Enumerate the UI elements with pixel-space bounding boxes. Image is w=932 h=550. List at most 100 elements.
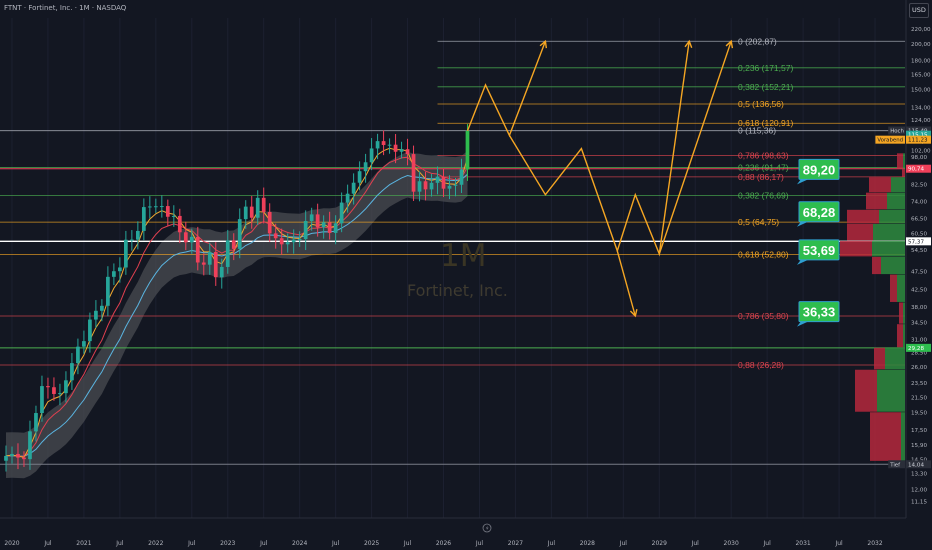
volume-up-bar: [887, 192, 905, 210]
time-tick-label: 2024: [292, 540, 307, 547]
volume-up-bar: [903, 302, 905, 324]
price-tick-label: 54,50: [911, 248, 927, 254]
candle-body: [225, 240, 230, 267]
price-tick-label: 11,15: [911, 499, 927, 505]
volume-down-bar: [897, 153, 903, 169]
price-tag-caption: Vorabend: [877, 138, 903, 144]
price-tick-label: 102,00: [911, 149, 931, 155]
candle-body: [345, 193, 350, 203]
candle-body: [82, 341, 86, 347]
callout-label: 68,28: [803, 205, 836, 220]
volume-down-bar: [890, 274, 897, 302]
candle-body: [291, 239, 296, 243]
candle-body: [261, 197, 266, 212]
price-tick-label: 98,00: [911, 155, 927, 161]
candle-body: [189, 236, 194, 243]
fib-level-label: 0,382 (152,21): [738, 82, 793, 92]
callout-label: 53,69: [803, 243, 836, 258]
candle-body: [58, 393, 62, 395]
candle-body: [459, 169, 464, 185]
time-tick-label: Jul: [403, 540, 412, 547]
price-tick-label: 124,00: [911, 118, 931, 124]
candle-body: [46, 386, 50, 388]
candle-body: [141, 207, 146, 231]
price-tick-label: 17,50: [911, 428, 927, 434]
candle-body: [153, 206, 158, 208]
volume-down-bar: [855, 369, 877, 412]
time-tick-label: 2032: [867, 540, 882, 547]
candle-body: [201, 262, 206, 265]
volume-down-bar: [897, 324, 903, 348]
time-tick-label: 2028: [580, 540, 595, 547]
volume-up-bar: [891, 177, 905, 193]
candle-body: [393, 144, 398, 152]
fib-level-label: 0,88 (86,17): [738, 172, 784, 182]
candle-body: [441, 176, 446, 189]
candle-body: [249, 206, 254, 218]
volume-down-bar: [847, 209, 879, 224]
candle-body: [465, 130, 470, 170]
price-tick-label: 23,50: [911, 381, 927, 387]
price-tick-label: 60,50: [911, 231, 927, 237]
candle-body: [207, 252, 212, 265]
price-tick-label: 180,00: [911, 59, 931, 65]
volume-up-bar: [903, 153, 905, 169]
fib-level-label: 0,5 (64,75): [738, 217, 779, 227]
price-tick-label: 13,30: [911, 471, 927, 477]
volume-up-bar: [903, 324, 905, 348]
price-tick-label: 74,00: [911, 200, 927, 206]
volume-down-bar: [899, 302, 903, 324]
candle-body: [363, 162, 368, 172]
price-chart[interactable]: 0 (202,87) 0,236 (171,57) 0,382 (152,21) 0,…: [0, 0, 932, 550]
candle-body: [387, 144, 392, 146]
time-tick-label: Jul: [763, 540, 772, 547]
volume-down-bar: [902, 169, 905, 177]
candle-body: [147, 206, 152, 208]
time-tick-label: Jul: [619, 540, 628, 547]
candle-body: [429, 182, 434, 190]
price-tick-label: 200,00: [911, 42, 931, 48]
time-tick-label: 2029: [652, 540, 667, 547]
price-tag-caption: Hoch: [890, 129, 904, 135]
candle-body: [423, 181, 428, 190]
price-tick-label: 150,00: [911, 88, 931, 94]
candle-body: [165, 206, 170, 217]
time-tick-label: Jul: [834, 540, 843, 547]
fib-level-label: 0,786 (35,80): [738, 311, 789, 321]
fib-level-label: 0,786 (98,63): [738, 151, 789, 161]
candle-body: [381, 141, 386, 145]
symbol-title[interactable]: FTNT · Fortinet, Inc. · 1M · NASDAQ: [4, 4, 126, 12]
volume-up-bar: [881, 256, 905, 275]
watermark-name: Fortinet, Inc.: [407, 281, 508, 300]
candle-body: [453, 184, 458, 186]
price-tick-label: 47,50: [911, 270, 927, 276]
candle-body: [333, 223, 338, 233]
price-tag-value: 57,37: [908, 239, 924, 245]
candle-body: [4, 455, 8, 461]
time-tick-label: 2031: [795, 540, 810, 547]
fib-level-label: 0,618 (52,80): [738, 249, 789, 259]
candle-body: [124, 239, 128, 268]
candle-body: [327, 222, 332, 233]
candle-body: [34, 413, 38, 432]
watermark-interval: 1M: [440, 238, 487, 274]
candle-body: [219, 266, 224, 278]
candle-body: [112, 271, 116, 277]
fib-level-label: 0,5 (136,56): [738, 99, 784, 109]
candle-body: [237, 219, 242, 249]
time-tick-label: Jul: [115, 540, 124, 547]
price-tick-label: 12,00: [911, 488, 927, 494]
candle-body: [267, 211, 272, 234]
volume-down-bar: [847, 224, 873, 241]
candle-body: [351, 182, 356, 194]
candle-body: [94, 310, 98, 320]
fib-level-label: 0,382 (76,69): [738, 190, 789, 200]
candle-body: [357, 171, 362, 183]
price-tick-label: 26,00: [911, 365, 927, 371]
price-tag-value: 111,23: [908, 138, 928, 144]
volume-down-bar: [869, 177, 891, 193]
time-tick-label: 2021: [76, 540, 91, 547]
candle-body: [369, 148, 374, 163]
currency-button[interactable]: USD: [909, 3, 929, 18]
fib-level-label: 0,88 (26,28): [738, 360, 784, 370]
